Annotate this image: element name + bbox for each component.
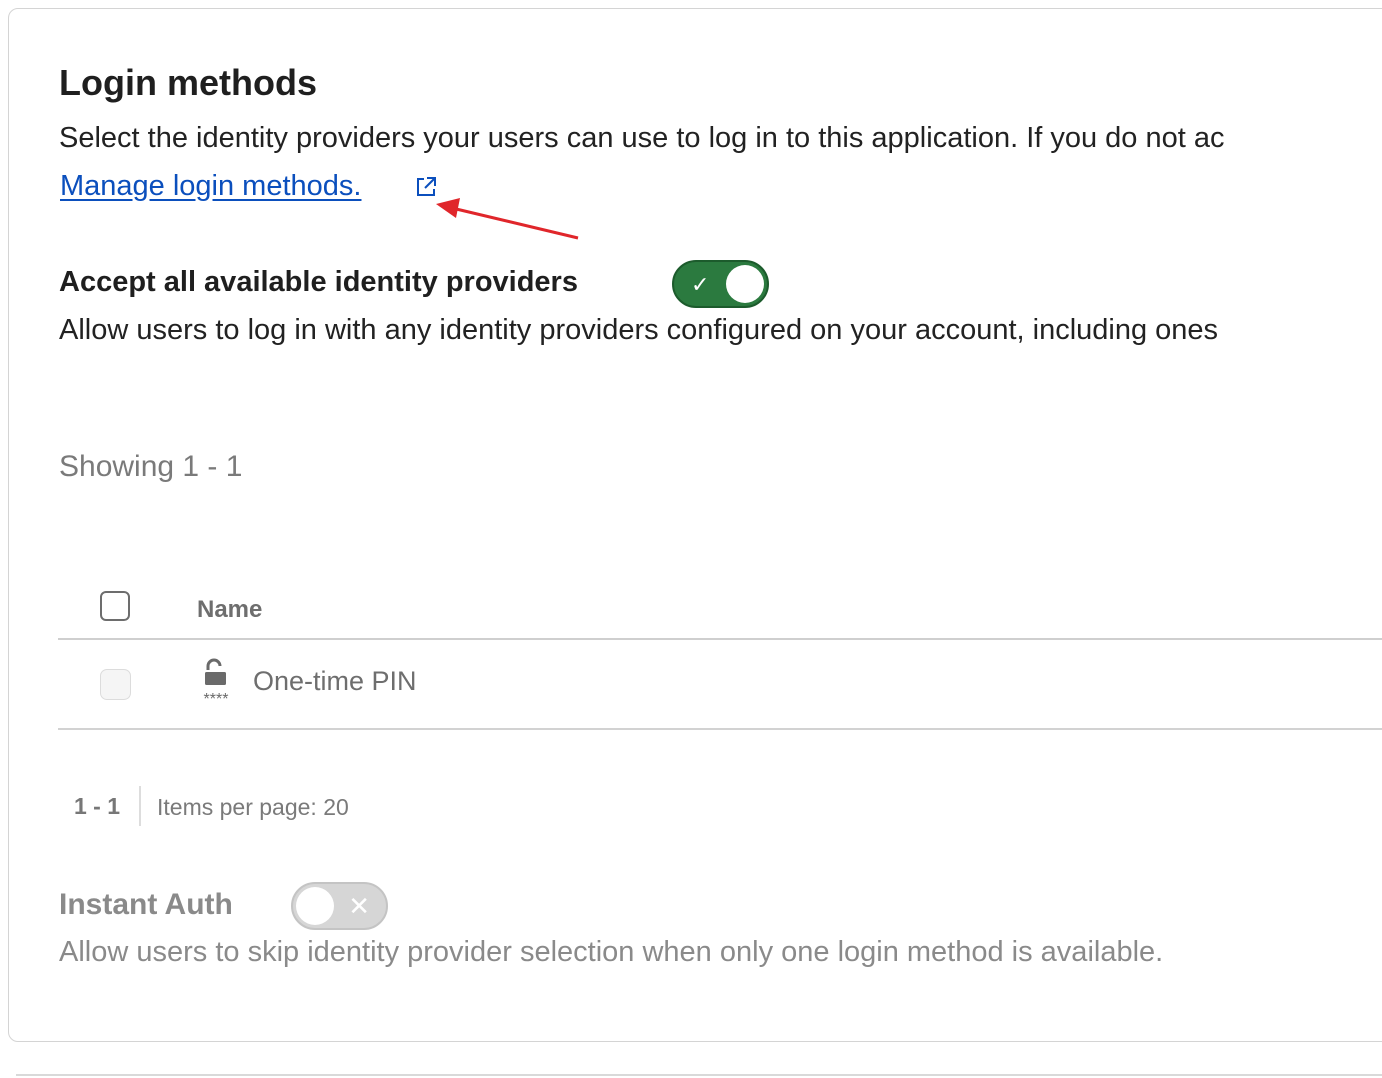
accept-all-toggle[interactable]: ✓ [672,260,769,308]
check-icon: ✓ [691,272,710,297]
accept-all-label: Accept all available identity providers [59,266,578,298]
section-description: Select the identity providers your users… [59,122,1225,154]
toggle-knob [296,887,334,925]
instant-auth-toggle[interactable]: ✕ [291,882,388,930]
toggle-knob [726,265,764,303]
login-methods-card [8,8,1382,1042]
items-per-page-select[interactable]: Items per page: 20 [157,794,349,821]
next-card-edge [16,1074,1382,1076]
section-title: Login methods [59,62,317,103]
pagination-range: 1 - 1 [74,793,121,819]
pin-mask-caption: **** [204,691,229,706]
table-row-divider [58,728,1382,730]
row-checkbox [100,669,131,700]
select-all-checkbox[interactable] [100,591,130,621]
unlock-pin-icon: **** [204,658,229,706]
instant-auth-label: Instant Auth [59,888,233,921]
pagination-separator [139,786,141,826]
annotation-arrow-icon [436,198,579,240]
accept-all-description: Allow users to log in with any identity … [59,314,1219,346]
table-row-name: One-time PIN [253,666,417,696]
showing-count: Showing 1 - 1 [59,450,243,483]
column-header-name[interactable]: Name [197,596,262,624]
manage-login-methods-link[interactable]: Manage login methods. [60,170,361,203]
close-icon: ✕ [348,891,370,921]
table-header-divider [58,638,1382,640]
instant-auth-description: Allow users to skip identity provider se… [59,936,1164,968]
